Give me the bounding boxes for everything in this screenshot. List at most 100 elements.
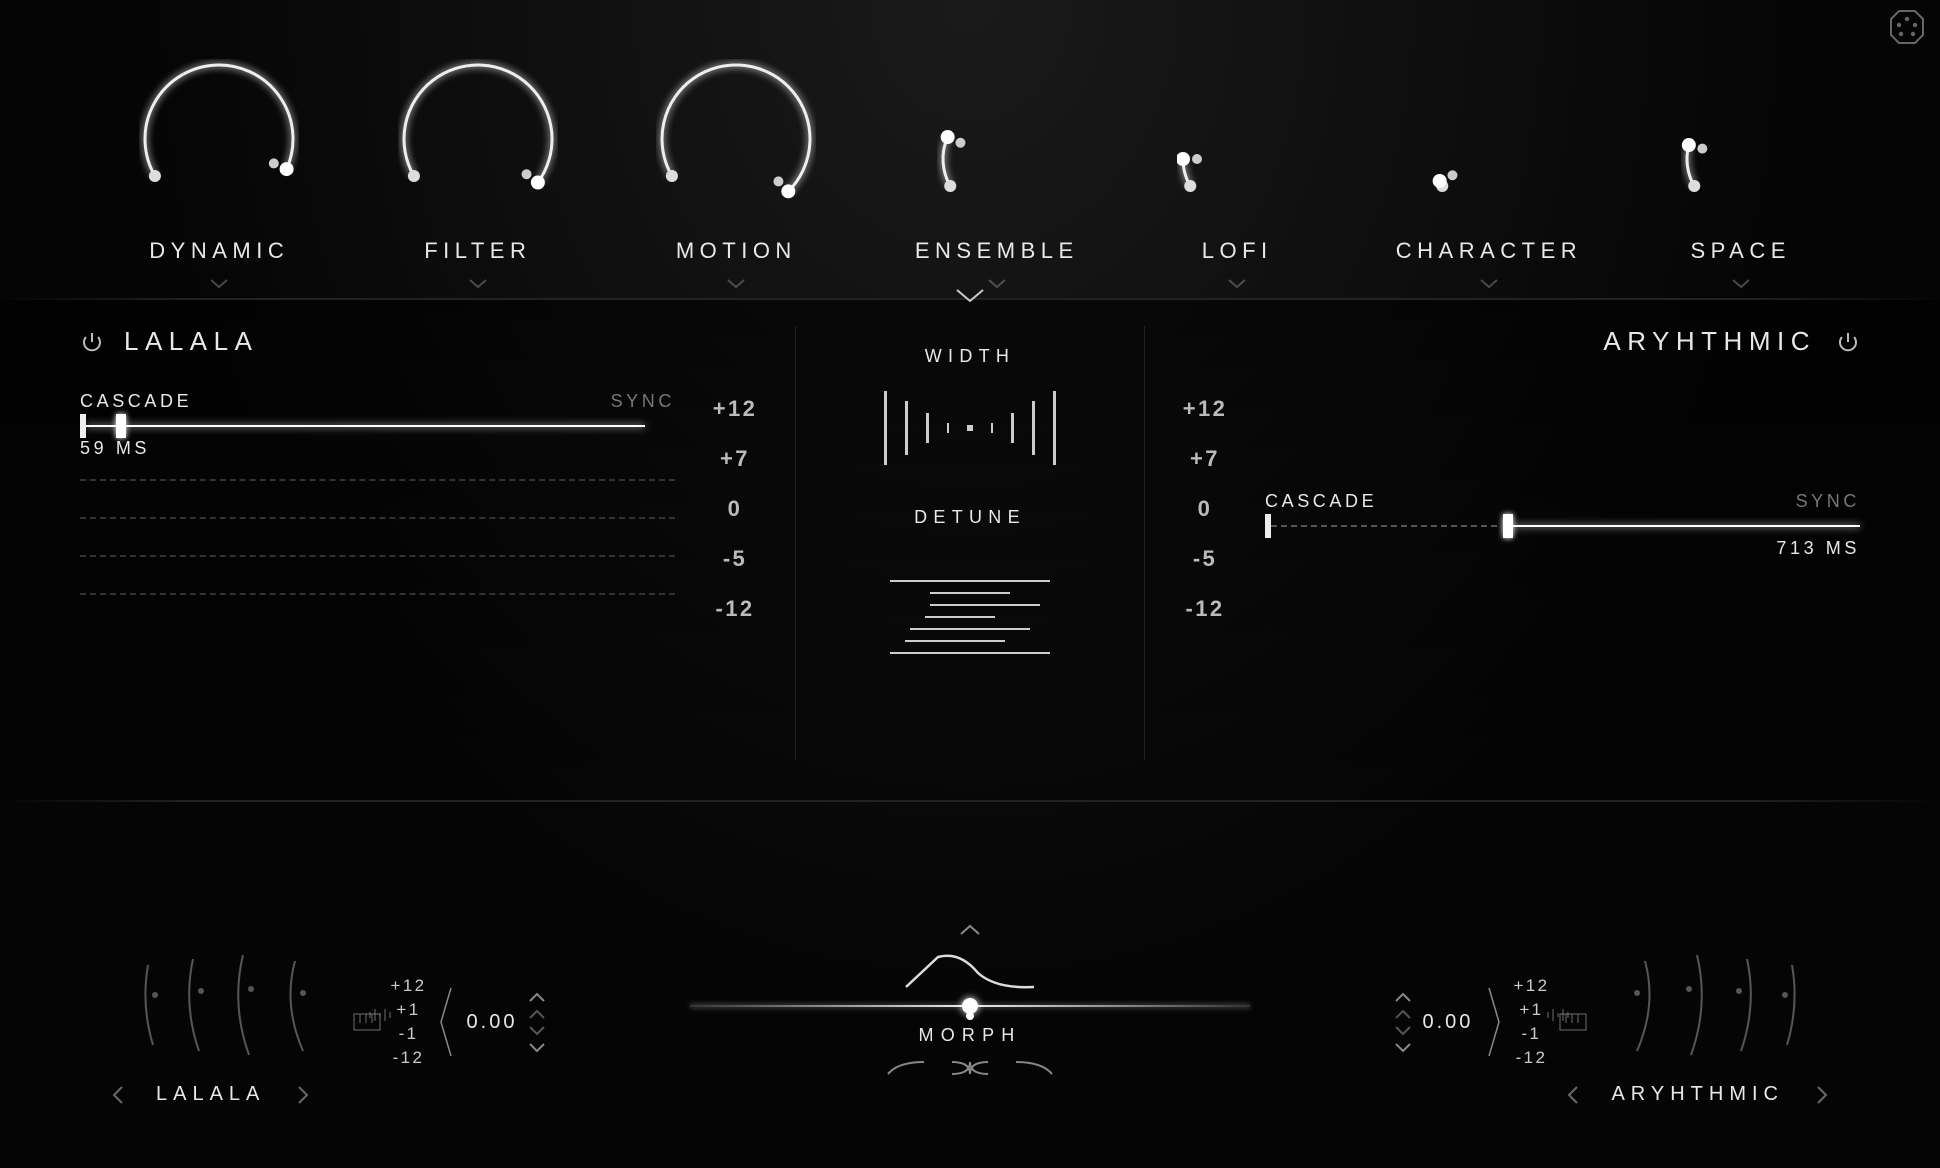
cascade-right: CASCADE SYNC 713 MS [1265, 491, 1860, 559]
knob-control[interactable] [1177, 99, 1297, 224]
pitch-scale-left: +12 +7 0 -5 -12 [675, 326, 795, 760]
curve-log-icon[interactable] [884, 1058, 928, 1078]
scale-mark: +7 [1190, 446, 1220, 472]
knob-control[interactable] [398, 59, 558, 224]
cascade-label: CASCADE [80, 391, 192, 412]
pitch-up-icon[interactable] [527, 990, 547, 1004]
pitch-step-button[interactable]: -12 [393, 1048, 425, 1068]
effects-knob-row: DYNAMIC FILTER MOTION ENSEMBLE LOFI CHAR… [0, 0, 1940, 290]
morph-up-icon[interactable] [958, 923, 982, 937]
morph-slider[interactable] [690, 1005, 1250, 1007]
chevron-down-icon[interactable] [986, 278, 1008, 290]
knob-label: LOFI [1202, 238, 1273, 264]
knob-character: CHARACTER [1396, 99, 1582, 290]
pitch-step-button[interactable]: +12 [391, 976, 427, 996]
knob-label: CHARACTER [1396, 238, 1582, 264]
knob-control[interactable] [1429, 99, 1549, 224]
chevron-down-icon[interactable] [208, 278, 230, 290]
curve-exp-icon[interactable] [1012, 1058, 1056, 1078]
sound-slots: +12 +1 -1 -12 0.00 MORPH [0, 800, 1940, 1150]
sound-name-nav-left: LALALA [110, 1083, 311, 1106]
pitch-down-icon[interactable] [527, 1041, 547, 1055]
pitch-step-button[interactable]: -1 [399, 1024, 419, 1044]
chevron-down-icon[interactable] [467, 278, 489, 290]
knob-filter: FILTER [398, 59, 558, 290]
active-tab-pointer-icon [955, 288, 985, 304]
scale-mark: 0 [1198, 496, 1213, 522]
sound-name-left[interactable]: LALALA [156, 1083, 265, 1106]
scale-mark: -12 [716, 596, 755, 622]
ensemble-panel: LALALA CASCADE SYNC 59 MS +12+70-5-12 WI… [0, 300, 1940, 800]
curve-cross-icon[interactable] [948, 1058, 992, 1078]
knob-label: ENSEMBLE [915, 238, 1079, 264]
next-sound-icon[interactable] [1814, 1084, 1830, 1106]
pitch-step-button[interactable]: +1 [1519, 1000, 1543, 1020]
waveform-icon[interactable] [367, 1006, 395, 1024]
cascade-right-slider[interactable] [1265, 524, 1860, 528]
cascade-left-time: 59 MS [80, 438, 675, 459]
knob-label: SPACE [1690, 238, 1790, 264]
midi-icon[interactable] [1888, 8, 1926, 51]
morph-envelope-icon[interactable] [900, 949, 1040, 993]
sound-name-right[interactable]: ARYHTHMIC [1611, 1083, 1784, 1106]
scale-mark: +12 [713, 396, 758, 422]
pitch-step-button[interactable]: +1 [396, 1000, 420, 1020]
sound-slot-right: 0.00 +12 +1 -1 -12 [1280, 935, 1940, 1065]
pitch-down-icon[interactable] [1393, 1024, 1413, 1038]
pitch-step-button[interactable]: +12 [1513, 976, 1549, 996]
scale-mark: -5 [1193, 546, 1217, 572]
next-sound-icon[interactable] [295, 1084, 311, 1106]
chevron-down-icon[interactable] [1730, 278, 1752, 290]
sync-toggle[interactable]: SYNC [611, 391, 675, 412]
pitch-up-icon[interactable] [1393, 990, 1413, 1004]
knob-control[interactable] [937, 99, 1057, 224]
cascade-left-slider[interactable] [80, 424, 675, 428]
prev-sound-icon[interactable] [110, 1084, 126, 1106]
scale-mark: 0 [728, 496, 743, 522]
pitch-steps-left: +12 +1 -1 -12 [391, 976, 427, 1068]
sync-toggle[interactable]: SYNC [1796, 491, 1860, 512]
cascade-label: CASCADE [1265, 491, 1377, 512]
knob-label: FILTER [424, 238, 531, 264]
width-label: WIDTH [925, 346, 1015, 367]
pitch-up-icon[interactable] [527, 1007, 547, 1021]
knob-control[interactable] [656, 59, 816, 224]
cascade-left: CASCADE SYNC 59 MS [80, 391, 675, 459]
knob-control[interactable] [139, 59, 299, 224]
power-icon[interactable] [80, 330, 104, 354]
sound-artwork-right [1607, 935, 1827, 1065]
knob-control[interactable] [1681, 99, 1801, 224]
chevron-down-icon[interactable] [1478, 278, 1500, 290]
chevron-down-icon[interactable] [725, 278, 747, 290]
pitch-down-icon[interactable] [527, 1024, 547, 1038]
waveform-icon[interactable] [1545, 1006, 1573, 1024]
pitch-up-icon[interactable] [1393, 1007, 1413, 1021]
width-visualizer[interactable] [884, 383, 1056, 473]
right-sound-name: ARYHTHMIC [1603, 326, 1816, 357]
detune-label: DETUNE [914, 507, 1026, 528]
pitch-scale-right: +12+70-5-12 [1145, 326, 1265, 760]
morph-section: MORPH [660, 923, 1280, 1078]
pitch-step-button[interactable]: -1 [1522, 1024, 1542, 1044]
chevron-down-icon[interactable] [1226, 278, 1248, 290]
knob-space: SPACE [1681, 99, 1801, 290]
pitch-value-right: 0.00 [1423, 1011, 1474, 1034]
pitch-value-left: 0.00 [467, 1011, 518, 1034]
sound-artwork-left [113, 935, 333, 1065]
power-icon[interactable] [1836, 330, 1860, 354]
pitch-step-button[interactable]: -12 [1516, 1048, 1548, 1068]
prev-sound-icon[interactable] [1565, 1084, 1581, 1106]
knob-dynamic: DYNAMIC [139, 59, 299, 290]
knob-label: MOTION [676, 238, 797, 264]
pitch-grid-left [80, 479, 675, 595]
right-header: ARYHTHMIC [1265, 326, 1860, 357]
ensemble-right: ARYHTHMIC CASCADE SYNC 713 MS [1265, 326, 1860, 760]
ensemble-center: WIDTH DETUNE [795, 326, 1145, 760]
scale-mark: +12 [1183, 396, 1228, 422]
detune-visualizer[interactable] [885, 580, 1055, 654]
scale-mark: +7 [720, 446, 750, 472]
morph-label: MORPH [919, 1025, 1022, 1046]
pitch-bracket-icon [437, 982, 457, 1062]
scale-mark: -5 [723, 546, 747, 572]
pitch-down-icon[interactable] [1393, 1041, 1413, 1055]
